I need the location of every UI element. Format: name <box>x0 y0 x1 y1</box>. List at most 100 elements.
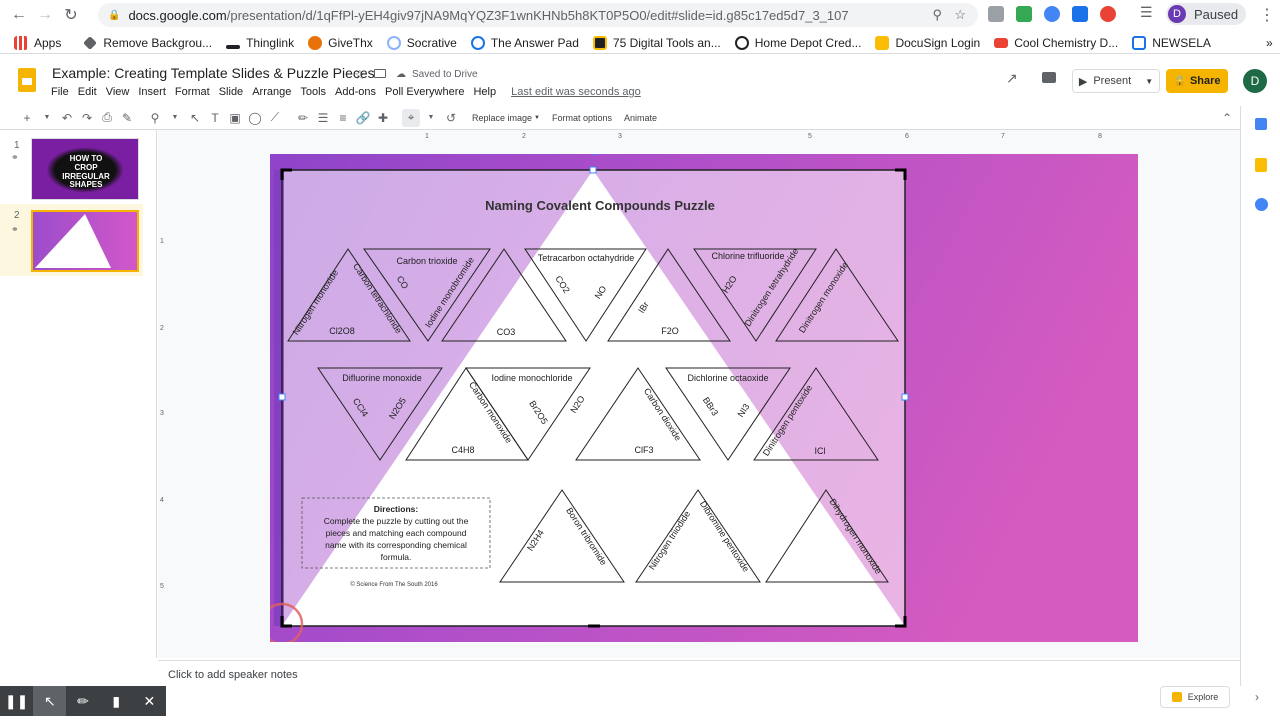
menu-view[interactable]: View <box>106 86 130 98</box>
extension-icon[interactable] <box>988 6 1004 22</box>
chevron-down-icon[interactable]: ▼ <box>534 115 540 121</box>
animate-button[interactable]: Animate <box>624 113 657 123</box>
shape-icon[interactable]: ◯ <box>246 109 264 127</box>
border-weight-icon[interactable]: ☰ <box>314 109 332 127</box>
menu-poll-everywhere[interactable]: Poll Everywhere <box>385 86 464 98</box>
piece-label: Chlorine trifluoride <box>711 251 784 261</box>
horizontal-ruler: 1 2 3 4 5 6 7 8 9 <box>425 133 1102 140</box>
pause-icon[interactable]: ❚❚ <box>0 686 33 716</box>
menu-help[interactable]: Help <box>473 86 496 98</box>
calendar-icon[interactable] <box>1255 118 1267 130</box>
comment-add-icon[interactable]: ✚ <box>374 109 392 127</box>
puzzle-title: Naming Covalent Compounds Puzzle <box>485 198 715 213</box>
comment-icon[interactable] <box>1042 72 1056 83</box>
chevron-down-icon[interactable]: ▼ <box>38 109 56 127</box>
folder-icon[interactable] <box>374 69 386 78</box>
profile-button[interactable]: D Paused <box>1166 3 1246 25</box>
star-icon[interactable]: ☆ <box>954 7 966 23</box>
avatar[interactable]: D <box>1243 69 1267 93</box>
replace-image-button[interactable]: Replace image <box>472 113 532 123</box>
border-dash-icon[interactable]: ≡ <box>334 109 352 127</box>
bookmark-item[interactable]: Cool Chemistry D... <box>994 36 1118 50</box>
reload-icon[interactable]: ↻ <box>58 2 84 28</box>
forward-icon[interactable]: → <box>32 2 58 28</box>
menu-file[interactable]: File <box>51 86 69 98</box>
pen-icon[interactable]: ✏ <box>294 109 312 127</box>
reset-image-icon[interactable]: ↺ <box>442 109 460 127</box>
newsela-icon <box>1132 35 1147 50</box>
star-icon[interactable]: ☆ <box>354 67 366 83</box>
slide-thumbnail-1[interactable]: HOW TO CROP IRREGULAR SHAPES <box>31 138 139 200</box>
undo-icon[interactable]: ↶ <box>58 109 76 127</box>
image-icon[interactable]: ▣ <box>226 109 244 127</box>
new-slide-icon[interactable]: + <box>18 109 36 127</box>
bookmark-item[interactable]: GiveThx <box>308 35 373 50</box>
extension-icon[interactable] <box>1072 6 1088 22</box>
resize-handle[interactable] <box>589 166 597 174</box>
menu-addons[interactable]: Add-ons <box>335 86 376 98</box>
bookmark-apps[interactable]: Apps <box>14 35 61 50</box>
activity-icon[interactable]: ↗ <box>1006 70 1018 87</box>
more-icon[interactable]: ⋮ <box>1254 2 1280 28</box>
zoom-icon[interactable]: ⚲ <box>932 7 942 23</box>
slide-editor: 1 2 3 4 5 6 7 8 9 1 2 3 4 5 Naming Coval… <box>158 130 1240 658</box>
explore-button[interactable]: Explore <box>1160 686 1230 708</box>
collapse-icon[interactable]: ⌃ <box>1222 111 1232 125</box>
menu-icon[interactable]: ☰ <box>1140 4 1156 20</box>
format-options-button[interactable]: Format options <box>552 113 612 123</box>
slides-logo-icon[interactable] <box>18 68 36 92</box>
share-button[interactable]: 🔒 Share <box>1166 69 1228 93</box>
present-button[interactable]: ▶ Present ▼ <box>1072 69 1160 93</box>
paint-format-icon[interactable]: ✎ <box>118 109 136 127</box>
select-icon[interactable]: ↖ <box>186 109 204 127</box>
lock-icon: 🔒 <box>108 9 121 21</box>
bookmark-item[interactable]: 75 Digital Tools an... <box>592 35 721 50</box>
resize-handle[interactable] <box>901 393 909 401</box>
keep-icon[interactable] <box>1255 158 1267 172</box>
close-icon[interactable]: ✕ <box>133 686 166 716</box>
extension-icon[interactable] <box>1016 6 1032 22</box>
zoom-icon[interactable]: ⚲ <box>146 109 164 127</box>
menu-edit[interactable]: Edit <box>78 86 97 98</box>
extension-icon[interactable] <box>1100 6 1116 22</box>
chevron-right-icon[interactable]: › <box>1255 690 1259 704</box>
textbox-icon[interactable]: T <box>206 109 224 127</box>
pen-icon[interactable]: ✏ <box>66 686 99 716</box>
directions-title: Directions: <box>374 504 419 514</box>
bookmark-item[interactable]: Remove Backgrou... <box>83 36 212 50</box>
speaker-notes[interactable]: Click to add speaker notes <box>158 660 1240 690</box>
menu-tools[interactable]: Tools <box>300 86 326 98</box>
bookmark-item[interactable]: NEWSELA <box>1132 35 1211 50</box>
extension-icon[interactable] <box>1044 6 1060 22</box>
bookmark-item[interactable]: Home Depot Cred... <box>734 35 861 50</box>
chevron-down-icon[interactable]: ▼ <box>166 109 184 127</box>
redo-icon[interactable]: ↷ <box>78 109 96 127</box>
menu-insert[interactable]: Insert <box>138 86 166 98</box>
crop-icon[interactable]: ⌖ <box>402 108 420 127</box>
pointer-icon[interactable]: ↖ <box>33 686 67 716</box>
link-icon[interactable]: 🔗 <box>354 109 372 127</box>
slide-thumbnail-2[interactable] <box>31 210 139 272</box>
bookmark-item[interactable]: DocuSign Login <box>875 35 980 50</box>
back-icon[interactable]: ← <box>6 2 32 28</box>
menu-format[interactable]: Format <box>175 86 210 98</box>
bookmark-item[interactable]: Socrative <box>386 35 457 50</box>
bookmark-item[interactable]: The Answer Pad <box>470 35 579 50</box>
print-icon[interactable]: ⎙ <box>98 109 116 127</box>
more-bookmarks-icon[interactable]: » <box>1266 36 1273 50</box>
slide-canvas[interactable]: Naming Covalent Compounds Puzzle Nitroge… <box>270 154 1138 642</box>
diamond-icon <box>83 35 98 50</box>
highlighter-icon[interactable]: ▮ <box>100 686 133 716</box>
menu-slide[interactable]: Slide <box>219 86 243 98</box>
resize-handle[interactable] <box>278 393 286 401</box>
last-edit-link[interactable]: Last edit was seconds ago <box>511 86 641 98</box>
chevron-down-icon[interactable]: ▼ <box>1145 77 1153 86</box>
chevron-down-icon[interactable]: ▼ <box>422 109 440 127</box>
tasks-icon[interactable] <box>1255 198 1268 211</box>
bookmark-item[interactable]: Thinglink <box>226 36 294 50</box>
menu-arrange[interactable]: Arrange <box>252 86 291 98</box>
doc-header: Example: Creating Template Slides & Puzz… <box>0 56 1280 104</box>
line-icon[interactable]: ⟋ <box>266 109 284 127</box>
doc-title[interactable]: Example: Creating Template Slides & Puzz… <box>52 65 375 81</box>
address-bar[interactable]: 🔒 docs.google.com/presentation/d/1qFfPl-… <box>98 3 978 27</box>
